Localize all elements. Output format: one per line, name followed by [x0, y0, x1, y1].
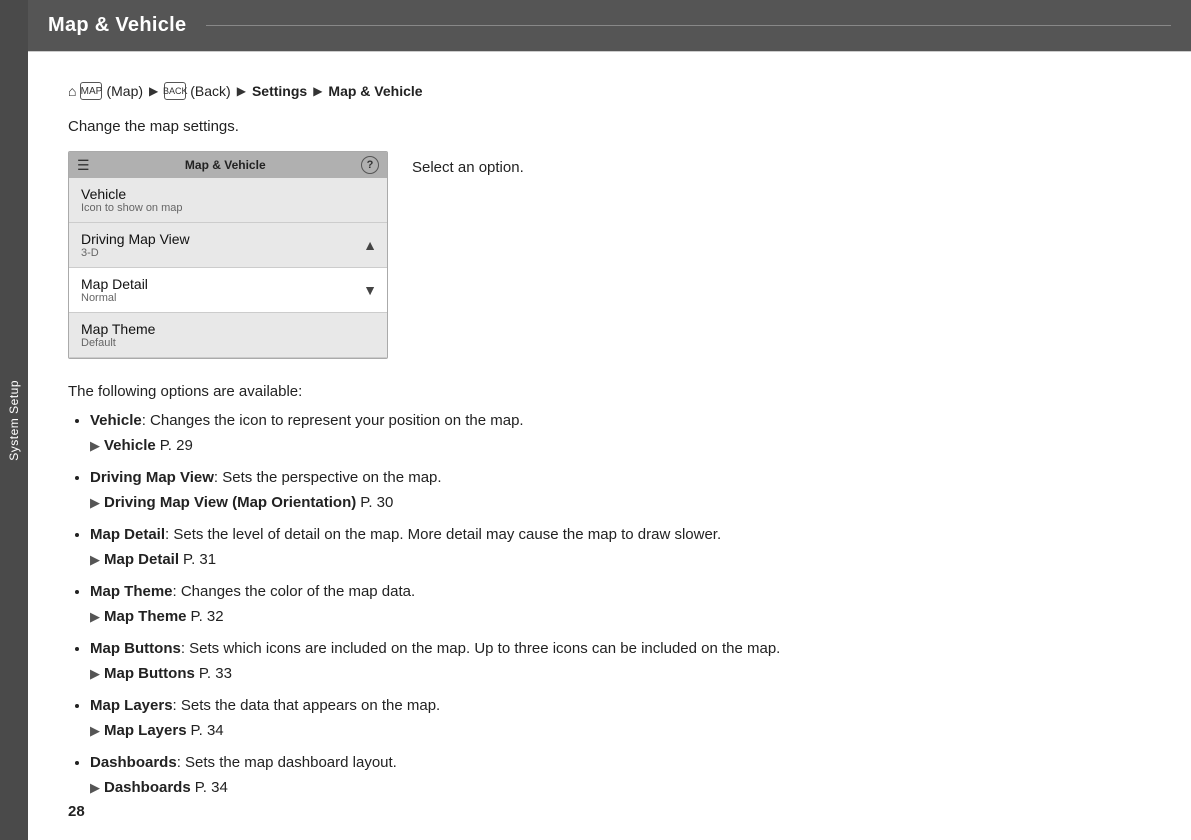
- sub-ref-dashboards: ▶ Dashboards P. 34: [90, 777, 1151, 800]
- sub-ref-vehicle: ▶ Vehicle P. 29: [90, 435, 1151, 458]
- ref-page-dashboards: P. 34: [195, 777, 228, 800]
- scroll-down-icon: ▼: [363, 282, 377, 298]
- ref-arrow-mapbuttons: ▶: [90, 664, 100, 684]
- list-item-vehicle: Vehicle: Changes the icon to represent y…: [90, 410, 1151, 457]
- available-text: The following options are available:: [68, 383, 1151, 400]
- screenshot-item-mapdetail[interactable]: Map Detail Normal ▼: [69, 268, 387, 313]
- ref-page-driving: P. 30: [360, 492, 393, 515]
- caption-text: Select an option.: [412, 151, 524, 176]
- ref-text-dashboards: Dashboards: [104, 777, 191, 800]
- screenshot-item-driving[interactable]: Driving Map View 3-D ▲: [69, 223, 387, 268]
- list-item-maplayers: Map Layers: Sets the data that appears o…: [90, 695, 1151, 742]
- option-name-mapbuttons: Map Buttons: [90, 640, 181, 657]
- sidebar-label: System Setup: [7, 380, 21, 461]
- ref-arrow-vehicle: ▶: [90, 436, 100, 456]
- ref-text-mapdetail: Map Detail: [104, 549, 179, 572]
- list-item-dashboards: Dashboards: Sets the map dashboard layou…: [90, 752, 1151, 799]
- ref-text-mapbuttons: Map Buttons: [104, 663, 195, 686]
- screenshot-item-vehicle-sub: Icon to show on map: [81, 202, 375, 214]
- help-icon: ?: [361, 156, 379, 174]
- sub-ref-mapdetail: ▶ Map Detail P. 31: [90, 549, 1151, 572]
- screenshot-row: ☰ Map & Vehicle ? Vehicle Icon to show o…: [68, 151, 1151, 359]
- ref-text-maptheme: Map Theme: [104, 606, 187, 629]
- option-name-maplayers: Map Layers: [90, 697, 173, 714]
- screenshot-item-mapdetail-sub: Normal: [81, 292, 375, 304]
- breadcrumb-arrow-1: ▶: [149, 84, 158, 98]
- breadcrumb-arrow-2: ▶: [237, 84, 246, 98]
- scroll-up-icon: ▲: [363, 237, 377, 253]
- page-number: 28: [68, 803, 85, 820]
- intro-text: Change the map settings.: [68, 118, 1151, 135]
- menu-icon: ☰: [77, 157, 90, 174]
- main-content: Map & Vehicle ⌂ MAP (Map) ▶ BACK (Back) …: [28, 0, 1191, 840]
- screenshot-item-driving-sub: 3-D: [81, 247, 375, 259]
- back-label: (Back): [190, 83, 230, 99]
- breadcrumb: ⌂ MAP (Map) ▶ BACK (Back) ▶ Settings ▶ M…: [68, 82, 1151, 100]
- option-desc-maplayers: : Sets the data that appears on the map.: [173, 697, 441, 714]
- back-icon: BACK: [164, 82, 186, 100]
- body-section: The following options are available: Veh…: [68, 383, 1151, 799]
- screenshot-item-mapdetail-main: Map Detail: [81, 276, 375, 292]
- sidebar: System Setup: [0, 0, 28, 840]
- ref-arrow-driving: ▶: [90, 493, 100, 513]
- ref-arrow-mapdetail: ▶: [90, 550, 100, 570]
- ref-text-vehicle: Vehicle: [104, 435, 156, 458]
- list-item-mapbuttons: Map Buttons: Sets which icons are includ…: [90, 638, 1151, 685]
- option-desc-mapbuttons: : Sets which icons are included on the m…: [181, 640, 781, 657]
- option-name-maptheme: Map Theme: [90, 583, 173, 600]
- ref-page-mapbuttons: P. 33: [199, 663, 232, 686]
- ref-text-maplayers: Map Layers: [104, 720, 187, 743]
- option-name-vehicle: Vehicle: [90, 412, 142, 429]
- screenshot-mockup: ☰ Map & Vehicle ? Vehicle Icon to show o…: [68, 151, 388, 359]
- breadcrumb-settings: Settings: [252, 83, 307, 99]
- breadcrumb-arrow-3: ▶: [313, 84, 322, 98]
- breadcrumb-page: Map & Vehicle: [328, 83, 422, 99]
- screenshot-item-vehicle-main: Vehicle: [81, 186, 375, 202]
- ref-text-driving: Driving Map View (Map Orientation): [104, 492, 356, 515]
- sub-ref-mapbuttons: ▶ Map Buttons P. 33: [90, 663, 1151, 686]
- screenshot-item-maptheme-sub: Default: [81, 337, 375, 349]
- page-title: Map & Vehicle: [48, 14, 186, 37]
- ref-arrow-maptheme: ▶: [90, 607, 100, 627]
- options-list: Vehicle: Changes the icon to represent y…: [68, 410, 1151, 799]
- option-desc-driving: : Sets the perspective on the map.: [214, 469, 442, 486]
- screenshot-header: ☰ Map & Vehicle ?: [69, 152, 387, 178]
- ref-page-maptheme: P. 32: [191, 606, 224, 629]
- screenshot-item-driving-main: Driving Map View: [81, 231, 375, 247]
- screenshot-item-maptheme[interactable]: Map Theme Default: [69, 313, 387, 358]
- content-area: ⌂ MAP (Map) ▶ BACK (Back) ▶ Settings ▶ M…: [28, 52, 1191, 840]
- ref-arrow-dashboards: ▶: [90, 778, 100, 798]
- option-desc-maptheme: : Changes the color of the map data.: [173, 583, 416, 600]
- list-item-maptheme: Map Theme: Changes the color of the map …: [90, 581, 1151, 628]
- screenshot-item-vehicle[interactable]: Vehicle Icon to show on map: [69, 178, 387, 223]
- ref-page-mapdetail: P. 31: [183, 549, 216, 572]
- sub-ref-maplayers: ▶ Map Layers P. 34: [90, 720, 1151, 743]
- ref-arrow-maplayers: ▶: [90, 721, 100, 741]
- list-item-driving: Driving Map View: Sets the perspective o…: [90, 467, 1151, 514]
- option-name-dashboards: Dashboards: [90, 754, 177, 771]
- option-desc-dashboards: : Sets the map dashboard layout.: [177, 754, 397, 771]
- ref-page-maplayers: P. 34: [191, 720, 224, 743]
- screenshot-item-maptheme-main: Map Theme: [81, 321, 375, 337]
- page-header: Map & Vehicle: [28, 0, 1191, 52]
- home-icon: ⌂: [68, 83, 76, 99]
- map-icon: MAP: [80, 82, 102, 100]
- map-label: (Map): [106, 83, 143, 99]
- sub-ref-maptheme: ▶ Map Theme P. 32: [90, 606, 1151, 629]
- header-divider: [206, 25, 1171, 26]
- sub-ref-driving: ▶ Driving Map View (Map Orientation) P. …: [90, 492, 1151, 515]
- option-desc-mapdetail: : Sets the level of detail on the map. M…: [165, 526, 721, 543]
- option-name-mapdetail: Map Detail: [90, 526, 165, 543]
- ref-page-vehicle: P. 29: [160, 435, 193, 458]
- option-desc-vehicle: : Changes the icon to represent your pos…: [142, 412, 524, 429]
- option-name-driving: Driving Map View: [90, 469, 214, 486]
- list-item-mapdetail: Map Detail: Sets the level of detail on …: [90, 524, 1151, 571]
- screenshot-title: Map & Vehicle: [185, 158, 266, 172]
